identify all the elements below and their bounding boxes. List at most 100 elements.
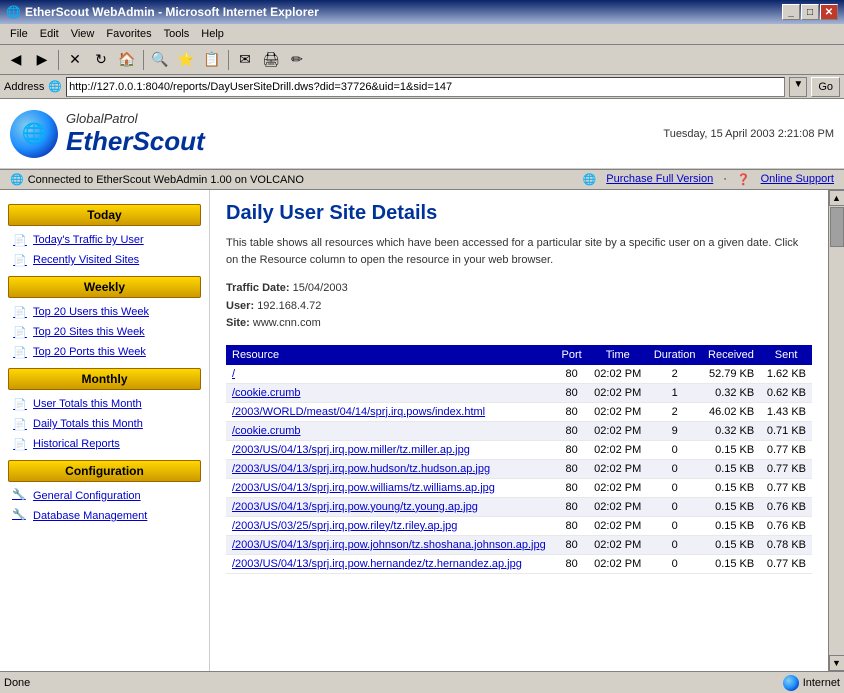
cell-resource: /cookie.crumb (226, 383, 555, 402)
print-button[interactable]: 🖨 (259, 49, 283, 71)
cell-time: 02:02 PM (588, 478, 648, 497)
cell-received: 52.79 KB (702, 365, 761, 384)
window-controls[interactable]: _ □ ✕ (782, 4, 838, 20)
resource-link[interactable]: /2003/US/04/13/sprj.irq.pow.miller/tz.mi… (232, 444, 470, 456)
sidebar-top20-ports-label: Top 20 Ports this Week (33, 346, 146, 358)
resource-link[interactable]: /2003/US/04/13/sprj.irq.pow.hernandez/tz… (232, 558, 522, 570)
resource-link[interactable]: /cookie.crumb (232, 387, 300, 399)
sidebar-item-top20-ports[interactable]: 📄 Top 20 Ports this Week (0, 342, 209, 362)
minimize-button[interactable]: _ (782, 4, 800, 20)
menu-help[interactable]: Help (195, 26, 230, 42)
address-dropdown-arrow[interactable]: ▼ (789, 77, 807, 97)
menu-file[interactable]: File (4, 26, 34, 42)
site-label: Site: (226, 317, 250, 329)
search-button[interactable]: 🔍 (148, 49, 172, 71)
sidebar-item-daily-totals[interactable]: 📄 Daily Totals this Month (0, 414, 209, 434)
address-bar: Address 🌐 ▼ Go (0, 75, 844, 99)
resource-link[interactable]: /cookie.crumb (232, 425, 300, 437)
cell-time: 02:02 PM (588, 440, 648, 459)
cell-port: 80 (555, 535, 588, 554)
scroll-thumb[interactable] (830, 207, 844, 247)
sidebar-top20-sites-label: Top 20 Sites this Week (33, 326, 145, 338)
cell-resource: /2003/US/03/25/sprj.irq.pow.riley/tz.ril… (226, 516, 555, 535)
resource-link[interactable]: / (232, 368, 235, 380)
resource-link[interactable]: /2003/US/04/13/sprj.irq.pow.young/tz.you… (232, 501, 478, 513)
cell-resource: /2003/US/04/13/sprj.irq.pow.miller/tz.mi… (226, 440, 555, 459)
sidebar-item-top20-sites[interactable]: 📄 Top 20 Sites this Week (0, 322, 209, 342)
col-received: Received (702, 345, 761, 365)
scrollbar[interactable]: ▲ ▼ (828, 190, 844, 671)
maximize-button[interactable]: □ (801, 4, 819, 20)
history-button[interactable]: 📋 (200, 49, 224, 71)
cell-sent: 0.76 KB (760, 516, 812, 535)
sidebar-item-general-config[interactable]: 🔧 General Configuration (0, 486, 209, 506)
sidebar-item-database[interactable]: 🔧 Database Management (0, 506, 209, 526)
sidebar-top20-users-label: Top 20 Users this Week (33, 306, 149, 318)
doc-icon-7: 📄 (12, 416, 28, 432)
forward-button[interactable]: ▶ (30, 49, 54, 71)
cell-received: 0.15 KB (702, 459, 761, 478)
cell-sent: 0.77 KB (760, 459, 812, 478)
table-row: /cookie.crumb 80 02:02 PM 1 0.32 KB 0.62… (226, 383, 812, 402)
resource-link[interactable]: /2003/US/04/13/sprj.irq.pow.hudson/tz.hu… (232, 463, 490, 475)
sidebar-item-top20-users[interactable]: 📄 Top 20 Users this Week (0, 302, 209, 322)
cell-resource: / (226, 365, 555, 384)
brand-etherscout: EtherScout (66, 126, 205, 157)
cell-received: 0.15 KB (702, 497, 761, 516)
data-table: Resource Port Time Duration Received Sen… (226, 345, 812, 574)
sidebar-config-header: Configuration (8, 460, 201, 482)
menu-tools[interactable]: Tools (158, 26, 196, 42)
cell-duration: 0 (648, 554, 702, 573)
purchase-full-version-link[interactable]: Purchase Full Version (606, 173, 713, 186)
table-row: /2003/WORLD/meast/04/14/sprj.irq.pows/in… (226, 402, 812, 421)
table-row: /2003/US/04/13/sprj.irq.pow.johnson/tz.s… (226, 535, 812, 554)
sidebar-item-today-traffic[interactable]: 📄 Today's Traffic by User (0, 230, 209, 250)
header-datetime: Tuesday, 15 April 2003 2:21:08 PM (663, 128, 834, 140)
connected-text: Connected to EtherScout WebAdmin 1.00 on… (28, 174, 304, 186)
statusbar: Done Internet (0, 671, 844, 693)
sidebar-user-totals-label: User Totals this Month (33, 398, 142, 410)
cell-port: 80 (555, 516, 588, 535)
main-layout: Today 📄 Today's Traffic by User 📄 Recent… (0, 190, 844, 671)
menu-edit[interactable]: Edit (34, 26, 65, 42)
resource-link[interactable]: /2003/US/04/13/sprj.irq.pow.williams/tz.… (232, 482, 495, 494)
table-row: /2003/US/04/13/sprj.irq.pow.hernandez/tz… (226, 554, 812, 573)
sidebar-item-user-totals[interactable]: 📄 User Totals this Month (0, 394, 209, 414)
back-button[interactable]: ◀ (4, 49, 28, 71)
go-button[interactable]: Go (811, 77, 840, 97)
address-input-wrapper[interactable] (66, 77, 785, 97)
resource-link[interactable]: /2003/US/03/25/sprj.irq.pow.riley/tz.ril… (232, 520, 457, 532)
cell-port: 80 (555, 421, 588, 440)
col-resource: Resource (226, 345, 555, 365)
connected-status: 🌐 Connected to EtherScout WebAdmin 1.00 … (10, 173, 304, 186)
scroll-up-arrow[interactable]: ▲ (829, 190, 844, 206)
meta-info: Traffic Date: 15/04/2003 User: 192.168.4… (226, 280, 812, 333)
home-button[interactable]: 🏠 (115, 49, 139, 71)
sidebar-item-recently-visited[interactable]: 📄 Recently Visited Sites (0, 250, 209, 270)
scroll-down-arrow[interactable]: ▼ (829, 655, 844, 671)
resource-link[interactable]: /2003/US/04/13/sprj.irq.pow.johnson/tz.s… (232, 539, 546, 551)
address-input[interactable] (69, 81, 782, 93)
gear-icon-1: 🔧 (12, 488, 28, 504)
refresh-button[interactable]: ↻ (89, 49, 113, 71)
status-text: Done (4, 677, 30, 689)
favorites-button[interactable]: ⭐ (174, 49, 198, 71)
sidebar-item-historical[interactable]: 📄 Historical Reports (0, 434, 209, 454)
doc-icon-4: 📄 (12, 324, 28, 340)
online-support-link[interactable]: Online Support (761, 173, 834, 186)
menu-favorites[interactable]: Favorites (100, 26, 157, 42)
cell-duration: 9 (648, 421, 702, 440)
resource-link[interactable]: /2003/WORLD/meast/04/14/sprj.irq.pows/in… (232, 406, 485, 418)
cell-port: 80 (555, 383, 588, 402)
cell-resource: /2003/US/04/13/sprj.irq.pow.johnson/tz.s… (226, 535, 555, 554)
cell-time: 02:02 PM (588, 535, 648, 554)
cell-sent: 0.77 KB (760, 554, 812, 573)
edit-button[interactable]: ✏ (285, 49, 309, 71)
brand-globalpatrol: GlobalPatrol (66, 111, 205, 126)
mail-button[interactable]: ✉ (233, 49, 257, 71)
menu-view[interactable]: View (65, 26, 101, 42)
close-button[interactable]: ✕ (820, 4, 838, 20)
sidebar-historical-label: Historical Reports (33, 438, 120, 450)
cell-port: 80 (555, 478, 588, 497)
stop-button[interactable]: ✕ (63, 49, 87, 71)
